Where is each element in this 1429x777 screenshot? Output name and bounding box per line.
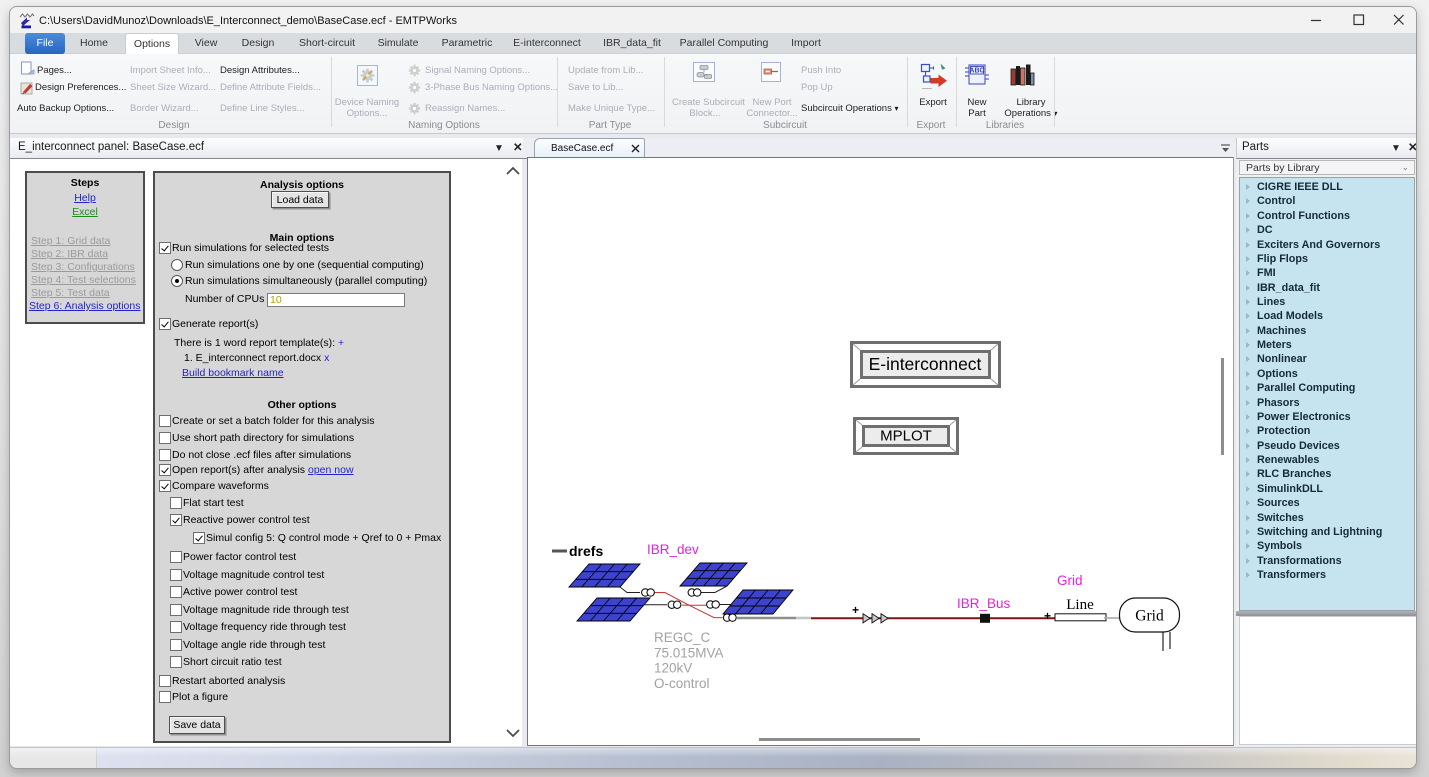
- svg-text:Grid: Grid: [1057, 573, 1083, 588]
- svg-text:ABC: ABC: [969, 68, 984, 75]
- svg-text:IBR_Bus: IBR_Bus: [957, 596, 1011, 611]
- svg-text:Q-control: Q-control: [654, 676, 710, 688]
- svg-text:120kV: 120kV: [654, 661, 692, 676]
- svg-text:E-interconnect: E-interconnect: [869, 354, 982, 374]
- svg-text:+: +: [852, 603, 859, 617]
- svg-text:drefs: drefs: [569, 543, 603, 559]
- svg-text:REGC_C: REGC_C: [654, 630, 711, 645]
- svg-text:75.015MVA: 75.015MVA: [654, 646, 724, 661]
- svg-text:IBR_dev: IBR_dev: [647, 542, 699, 557]
- svg-text:Line: Line: [1066, 597, 1094, 613]
- svg-text:+: +: [1044, 609, 1051, 623]
- svg-text:MPLOT: MPLOT: [880, 428, 932, 445]
- svg-text:Grid: Grid: [1135, 608, 1164, 625]
